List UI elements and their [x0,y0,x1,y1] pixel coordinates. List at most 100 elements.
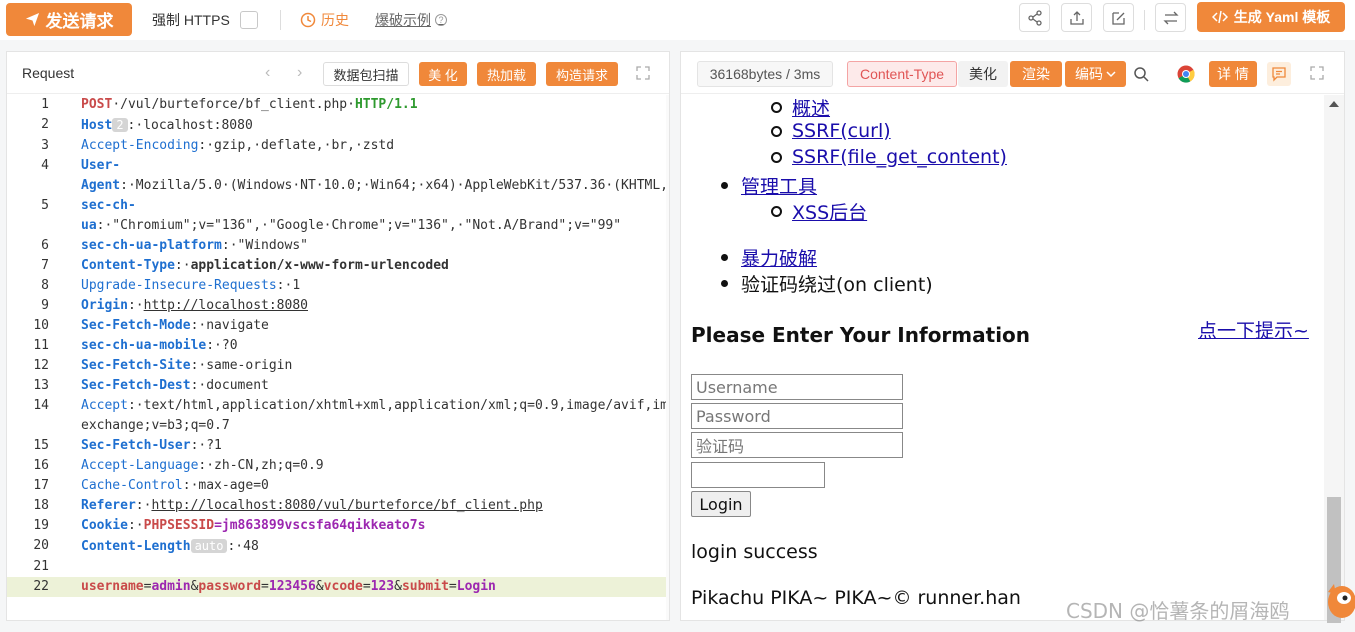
code-token: :·"Windows" [221,238,308,253]
hint-link[interactable]: 点一下提示~ [1198,316,1309,343]
code-line[interactable]: 5 sec-ch-ua:·"Chromium";v="136",·"Google·… [7,196,669,236]
chevron-right-icon[interactable]: › [297,64,302,82]
line-text [81,557,641,577]
ssrf-curl-link[interactable]: SSRF(curl) [792,120,891,142]
code-line[interactable]: 9 Origin:·http://localhost:8080 [7,296,669,316]
chevron-left-icon[interactable]: ‹ [265,64,270,82]
search-icon [1134,67,1149,82]
brute-force-link[interactable]: 暴力破解 [741,244,817,271]
force-https-label: 强制 HTTPS [152,12,230,28]
code-line[interactable]: 11 sec-ch-ua-mobile:·?0 [7,336,669,356]
edit-button[interactable] [1103,3,1134,32]
code-line[interactable]: 2 Host 2:·localhost:8080 [7,115,669,136]
code-line[interactable]: 12 Sec-Fetch-Site:·same-origin [7,356,669,376]
packet-scan-button[interactable]: 数据包扫描 [323,62,409,86]
code-line[interactable]: 1 POST·/vul/burteforce/bf_client.php·HTTP… [7,95,669,115]
line-number: 14 [33,398,49,413]
code-line[interactable]: 4 User-Agent:·Mozilla/5.0·(Windows·NT·10.… [7,156,669,196]
response-size-time: 36168bytes / 3ms [697,61,833,87]
code-line[interactable]: 21 [7,557,669,577]
hot-load-button[interactable]: 热加载 [477,62,536,86]
code-line[interactable]: 3 Accept-Encoding:·gzip,·deflate,·br,·zst… [7,136,669,156]
send-request-label: 发送请求 [45,12,114,31]
send-icon [25,12,39,27]
request-editor[interactable]: 1 POST·/vul/burteforce/bf_client.php·HTTP… [7,95,669,620]
code-line[interactable]: 14 Accept:·text/html,application/xhtml+xm… [7,396,669,436]
code-token: Sec-Fetch-Mode [81,318,191,333]
code-line[interactable]: 7 Content-Type:·application/x-www-form-ur… [7,256,669,276]
code-token: submit [401,579,449,594]
beautify-button[interactable]: 美 化 [419,62,467,86]
code-line[interactable]: 19 Cookie:·PHPSESSID=jm863899vscsfa64qikk… [7,516,669,536]
details-button[interactable]: 详 情 [1209,61,1257,87]
brute-force-examples-link[interactable]: 爆破示例 ? [375,10,447,30]
code-line[interactable]: 10 Sec-Fetch-Mode:·navigate [7,316,669,336]
bullet [771,206,782,217]
content-type-button[interactable]: Content-Type [847,61,957,87]
code-token: Sec-Fetch-User [81,438,191,453]
help-icon[interactable]: ? [435,14,447,26]
code-line[interactable]: 6 sec-ch-ua-platform:·"Windows" [7,236,669,256]
ssrf-file-get-content-link[interactable]: SSRF(file_get_content) [792,146,1007,168]
render-button[interactable]: 渲染 [1010,61,1062,87]
login-button[interactable]: Login [691,491,751,517]
code-line[interactable]: 22 username=admin&password=123456&vcode=1… [7,577,669,597]
app-window: 发送请求 强制 HTTPS 历史 爆破示例 ? 生成 Yaml 模板 Reque… [0,0,1355,632]
history-button[interactable]: 历史 [300,10,349,30]
manage-tools-link[interactable]: 管理工具 [741,172,817,199]
line-text: User-Agent:·Mozilla/5.0·(Windows·NT·10.0… [81,156,669,196]
scroll-up-icon[interactable] [1329,101,1339,107]
xss-admin-link[interactable]: XSS后台 [792,198,867,225]
send-request-button[interactable]: 发送请求 [6,3,132,36]
open-in-chrome-button[interactable] [1174,62,1198,86]
code-token: :·localhost:8080 [127,118,253,133]
list-item: SSRF(file_get_content) [771,146,1007,168]
force-https-toggle[interactable]: 强制 HTTPS [152,10,258,30]
code-line[interactable]: 20 Content-Length auto:·48 [7,536,669,557]
code-token: sec-ch-ua-mobile [81,338,207,353]
code-token: Content-Length [81,539,191,554]
response-beautify-button[interactable]: 美化 [958,61,1008,87]
code-token: sec-ch-ua-platform [81,238,222,253]
captcha-bypass-text: 验证码绕过(on client) [741,274,933,296]
code-line[interactable]: 18 Referer:·http://localhost:8080/vul/bur… [7,496,669,516]
response-scrollbar[interactable] [1324,95,1344,623]
password-input[interactable]: Password [691,403,903,429]
force-https-checkbox[interactable] [239,11,258,29]
line-number: 15 [33,438,49,453]
editor-scrollbar[interactable] [666,95,669,620]
divider [1144,10,1145,30]
expand-icon[interactable] [636,66,650,80]
search-button[interactable] [1129,62,1153,86]
code-token: PHPSESSID [143,518,215,533]
captcha-input[interactable]: 验证码 [691,432,903,458]
code-token: Origin [81,298,128,313]
comment-button[interactable] [1267,62,1291,86]
code-token: Host [81,118,113,133]
overview-link[interactable]: 概述 [792,95,830,121]
code-line[interactable]: 16 Accept-Language:·zh-CN,zh;q=0.9 [7,456,669,476]
swap-button[interactable] [1155,3,1186,32]
response-panel-header: 36168bytes / 3ms Content-Type 美化 渲染 编码 详… [681,52,1344,94]
username-input[interactable]: Username [691,374,903,400]
code-line[interactable]: 15 Sec-Fetch-User:·?1 [7,436,669,456]
generate-yaml-button[interactable]: 生成 Yaml 模板 [1197,2,1345,32]
chevron-down-icon [1106,71,1116,78]
build-request-button[interactable]: 构造请求 [546,62,618,86]
line-number: 3 [41,138,49,153]
expand-icon[interactable] [1310,66,1324,80]
line-text: sec-ch-ua:·"Chromium";v="136",·"Google·C… [81,196,641,236]
code-line[interactable]: 13 Sec-Fetch-Dest:·document [7,376,669,396]
code-token: Content-Type [81,258,175,273]
line-number: 6 [41,238,49,253]
export-button[interactable] [1061,3,1092,32]
request-title: Request [22,65,75,81]
code-line[interactable]: 17 Cache-Control:·max-age=0 [7,476,669,496]
captcha-image-box [691,462,825,488]
edit-icon [1111,11,1125,25]
code-line[interactable]: 8 Upgrade-Insecure-Requests:·1 [7,276,669,296]
encoding-dropdown[interactable]: 编码 [1065,61,1126,87]
share-button[interactable] [1019,3,1050,32]
mascot-icon [1328,584,1355,618]
page-footer: Pikachu PIKA~ PIKA~© runner.han [691,587,1021,609]
